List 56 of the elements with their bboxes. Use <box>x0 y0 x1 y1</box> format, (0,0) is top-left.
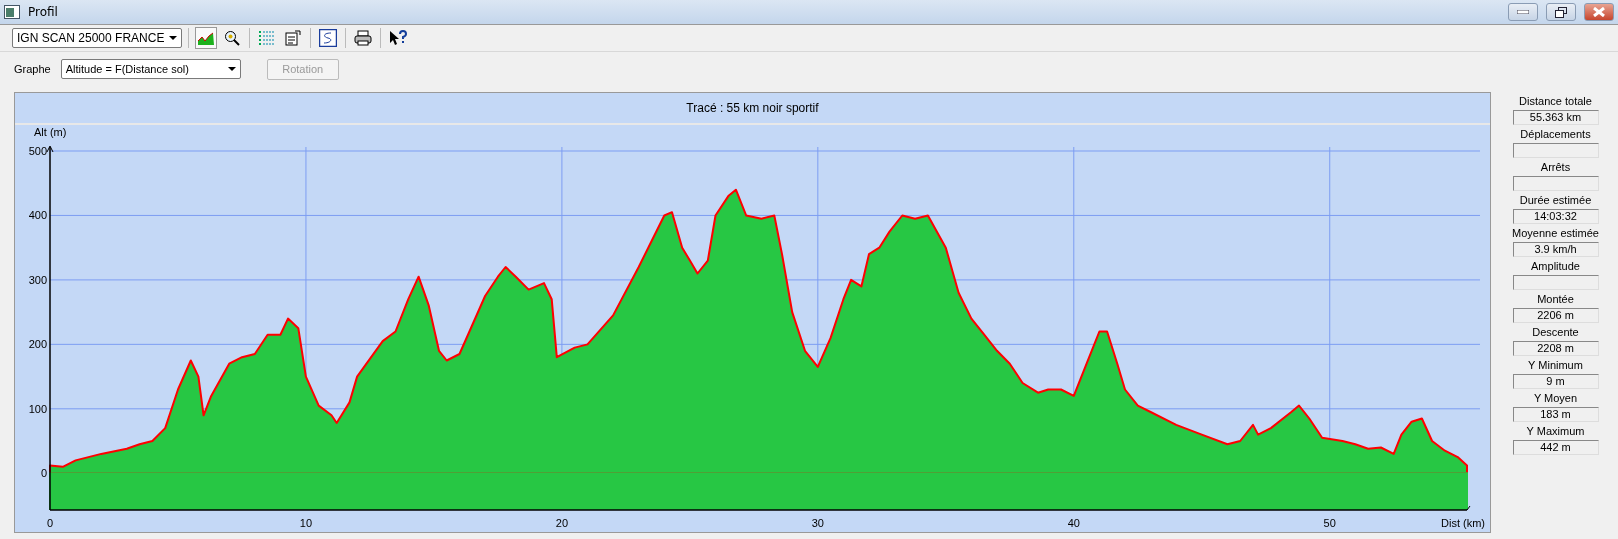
y-tick-label: 200 <box>28 338 47 351</box>
stat-value-field: 2206 m <box>1512 308 1599 323</box>
zoom-icon <box>224 30 240 46</box>
x-tick-label: 10 <box>299 517 313 529</box>
map-select[interactable]: IGN SCAN 25000 FRANCE <box>12 28 182 48</box>
chart-title: Tracé : 55 km noir sportif <box>15 93 1490 125</box>
dropdown-caret-icon <box>227 67 236 71</box>
help-pointer-icon <box>389 30 407 46</box>
graph-select[interactable]: Altitude = F(Distance sol) <box>60 59 241 79</box>
stat-label: Y Maximum <box>1526 424 1585 439</box>
properties-icon <box>285 30 301 46</box>
x-tick-label: 0 <box>46 517 54 529</box>
stat-value-field: 9 m <box>1512 374 1599 389</box>
x-tick-label: 40 <box>1067 517 1080 529</box>
stat-value-field: 442 m <box>1512 440 1599 455</box>
x-tick-label: 20 <box>555 517 568 529</box>
stat-value-field: 2208 m <box>1512 341 1599 356</box>
stat-label: Moyenne estimée <box>1512 226 1599 241</box>
stat-value-field: 55.363 km <box>1512 110 1599 125</box>
graph-label: Graphe <box>14 63 51 75</box>
close-button[interactable] <box>1584 3 1614 21</box>
stat-label: Durée estimée <box>1519 193 1592 208</box>
window-app-icon <box>4 5 20 19</box>
stat-value-field: 14:03:32 <box>1512 209 1599 224</box>
stat-label: Déplacements <box>1520 127 1591 142</box>
close-icon <box>1593 7 1605 17</box>
stat-label: Montée <box>1537 292 1574 307</box>
restore-button[interactable] <box>1546 3 1576 21</box>
toolbar-button[interactable] <box>352 27 374 49</box>
x-axis-label: Dist (km) <box>1441 517 1485 529</box>
y-axis-label: Alt (m) <box>34 126 67 138</box>
stat-label: Amplitude <box>1531 259 1580 274</box>
y-tick-label: 100 <box>28 402 47 415</box>
curve-icon <box>319 29 337 47</box>
dropdown-caret-icon <box>169 36 177 40</box>
stat-label: Distance totale <box>1519 94 1592 109</box>
stat-label: Y Minimum <box>1528 358 1583 373</box>
printer-icon <box>354 30 372 46</box>
profile-chart-icon <box>197 30 215 46</box>
stat-label: Y Moyen <box>1533 391 1578 406</box>
x-tick-label: 50 <box>1323 517 1336 529</box>
restore-icon <box>1555 6 1567 18</box>
stat-value-field: 3.9 km/h <box>1512 242 1599 257</box>
y-tick-label: 0 <box>40 467 47 480</box>
y-tick-label: 300 <box>28 273 47 286</box>
stat-value-field: 183 m <box>1512 407 1599 422</box>
stat-label: Descente <box>1532 325 1579 340</box>
minimize-icon <box>1517 10 1529 14</box>
y-tick-label: 500 <box>28 145 47 157</box>
minimize-button[interactable] <box>1508 3 1538 21</box>
toolbar-button[interactable] <box>317 27 339 49</box>
window-title: Profil <box>28 5 59 19</box>
y-tick-label: 400 <box>28 209 47 222</box>
stat-label: Arrêts <box>1540 160 1571 175</box>
list-icon <box>259 31 275 45</box>
x-tick-label: 30 <box>811 517 824 529</box>
